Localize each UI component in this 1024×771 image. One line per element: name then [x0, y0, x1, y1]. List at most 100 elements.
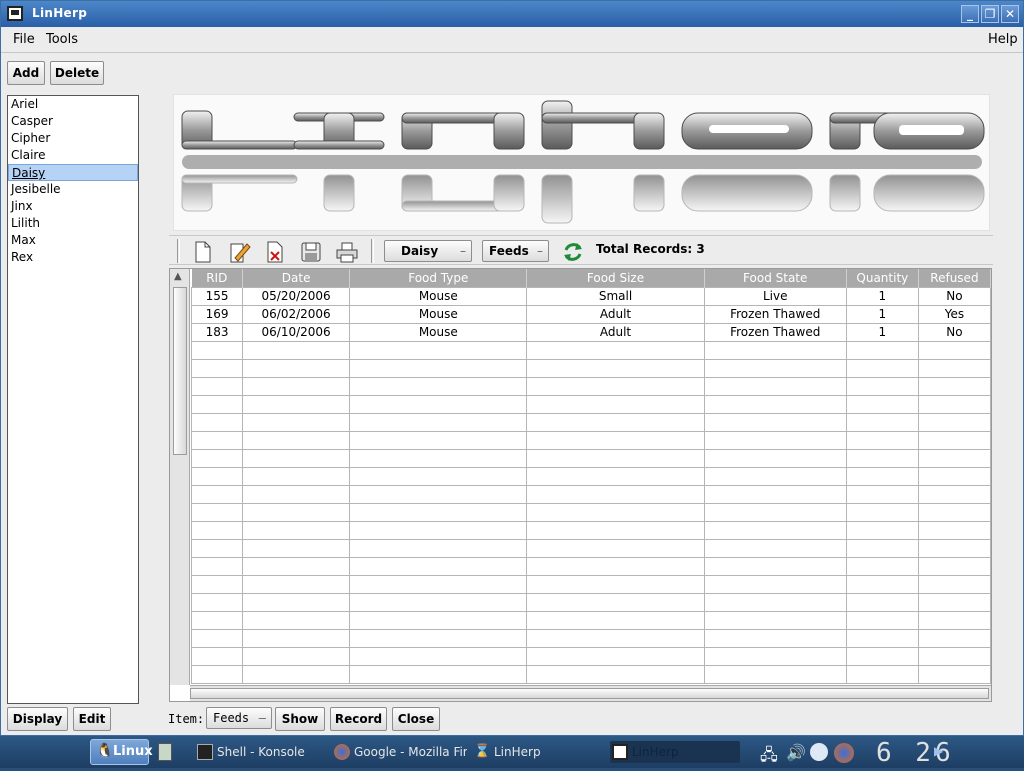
table-cell[interactable]: Mouse	[349, 322, 528, 342]
pet-list-item[interactable]: Jesibelle	[8, 181, 138, 198]
table-cell[interactable]	[349, 340, 528, 360]
table-cell[interactable]	[242, 412, 351, 432]
table-cell[interactable]	[242, 358, 351, 378]
column-header[interactable]: Refused	[918, 269, 992, 287]
task-linherp-2[interactable]: LinHerp	[610, 741, 740, 763]
table-cell[interactable]	[349, 538, 528, 558]
table-cell[interactable]	[845, 484, 919, 504]
table-cell[interactable]	[190, 340, 244, 360]
calculator-icon[interactable]	[158, 743, 172, 761]
table-cell[interactable]	[526, 358, 705, 378]
table-cell[interactable]	[526, 484, 705, 504]
table-cell[interactable]	[242, 484, 351, 504]
table-cell[interactable]	[349, 520, 528, 540]
minimize-icon[interactable]: _	[961, 5, 979, 23]
table-cell[interactable]	[349, 466, 528, 486]
empty-table-row[interactable]	[190, 538, 992, 558]
table-cell[interactable]	[845, 430, 919, 450]
table-cell[interactable]	[242, 340, 351, 360]
task-konsole[interactable]: Shell - Konsole	[195, 741, 305, 763]
table-cell[interactable]	[917, 664, 992, 684]
table-cell[interactable]	[917, 430, 992, 450]
table-cell[interactable]	[703, 628, 847, 648]
table-cell[interactable]	[242, 664, 351, 684]
table-cell[interactable]	[845, 376, 919, 396]
table-cell[interactable]	[526, 340, 705, 360]
horizontal-scrollbar[interactable]	[190, 685, 991, 701]
table-cell[interactable]	[917, 466, 992, 486]
record-button[interactable]: Record	[330, 707, 387, 731]
edit-record-icon[interactable]	[227, 240, 251, 264]
table-cell[interactable]	[917, 412, 992, 432]
item-select[interactable]: Feeds –	[206, 707, 272, 729]
table-cell[interactable]	[526, 412, 705, 432]
table-cell[interactable]	[703, 430, 847, 450]
pet-list-item[interactable]: Lilith	[8, 215, 138, 232]
table-cell[interactable]: 183	[190, 322, 244, 342]
table-cell[interactable]	[349, 430, 528, 450]
table-cell[interactable]: 05/20/2006	[242, 286, 351, 306]
table-cell[interactable]	[190, 592, 244, 612]
table-cell[interactable]: 06/02/2006	[242, 304, 351, 324]
edit-button[interactable]: Edit	[73, 707, 111, 731]
table-cell[interactable]	[917, 646, 992, 666]
table-cell[interactable]	[845, 628, 919, 648]
table-cell[interactable]: Yes	[917, 304, 992, 324]
table-cell[interactable]	[190, 376, 244, 396]
table-cell[interactable]	[349, 664, 528, 684]
table-cell[interactable]	[526, 610, 705, 630]
table-cell[interactable]	[703, 502, 847, 522]
empty-table-row[interactable]	[190, 412, 992, 432]
table-cell[interactable]	[917, 628, 992, 648]
print-icon[interactable]	[335, 240, 359, 264]
table-cell[interactable]	[526, 664, 705, 684]
table-cell[interactable]	[845, 646, 919, 666]
pet-list[interactable]: Ariel Casper Cipher Claire Daisy Jesibelle Jin…	[7, 95, 139, 704]
table-cell[interactable]	[703, 556, 847, 576]
empty-table-row[interactable]	[190, 556, 992, 576]
table-cell[interactable]	[917, 592, 992, 612]
display-button[interactable]: Display	[7, 707, 68, 731]
network-icon[interactable]: 🖧	[760, 744, 778, 771]
title-bar[interactable]: LinHerp _ ❐ ✕	[1, 1, 1023, 27]
table-cell[interactable]	[242, 502, 351, 522]
refresh-icon[interactable]	[561, 240, 585, 264]
table-cell[interactable]	[349, 646, 528, 666]
record-type-select[interactable]: Feeds –	[482, 240, 549, 262]
pet-list-item[interactable]: Jinx	[8, 198, 138, 215]
table-cell[interactable]	[917, 484, 992, 504]
table-cell[interactable]	[917, 520, 992, 540]
pet-list-item[interactable]: Casper	[8, 113, 138, 130]
table-cell[interactable]	[845, 664, 919, 684]
table-cell[interactable]	[917, 556, 992, 576]
table-cell[interactable]	[703, 376, 847, 396]
table-cell[interactable]	[242, 466, 351, 486]
table-cell[interactable]	[242, 574, 351, 594]
scroll-up-icon[interactable]: ▲	[174, 271, 182, 282]
table-cell[interactable]	[242, 592, 351, 612]
pet-list-item[interactable]: Claire	[8, 147, 138, 164]
table-cell[interactable]: 1	[845, 304, 919, 324]
empty-table-row[interactable]	[190, 430, 992, 450]
table-cell[interactable]	[190, 520, 244, 540]
empty-table-row[interactable]	[190, 646, 992, 666]
table-cell[interactable]	[703, 448, 847, 468]
table-cell[interactable]	[526, 646, 705, 666]
table-cell[interactable]	[917, 376, 992, 396]
table-cell[interactable]: Live	[703, 286, 847, 306]
table-cell[interactable]	[190, 358, 244, 378]
pet-list-item[interactable]: Cipher	[8, 130, 138, 147]
table-row[interactable]: 155 05/20/2006 Mouse Small Live 1 No	[190, 286, 992, 306]
volume-icon[interactable]: 🔊	[786, 743, 806, 762]
table-cell[interactable]	[242, 430, 351, 450]
empty-table-row[interactable]	[190, 664, 992, 684]
table-cell[interactable]: Small	[526, 286, 705, 306]
table-cell[interactable]	[526, 430, 705, 450]
table-cell[interactable]	[190, 502, 244, 522]
table-cell[interactable]	[349, 358, 528, 378]
horizontal-scroll-thumb[interactable]	[190, 688, 989, 699]
table-cell[interactable]	[845, 574, 919, 594]
empty-table-row[interactable]	[190, 574, 992, 594]
column-header[interactable]: Food Size	[526, 269, 705, 287]
vertical-scroll-thumb[interactable]	[173, 287, 187, 455]
